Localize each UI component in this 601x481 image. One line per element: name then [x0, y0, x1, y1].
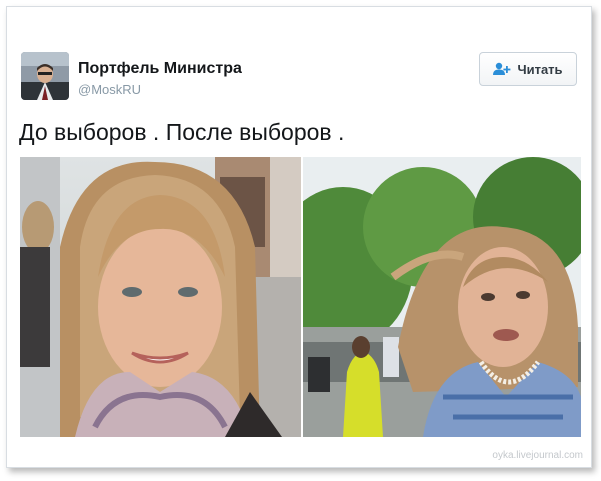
tweet-media: [20, 157, 581, 437]
author-avatar[interactable]: [21, 52, 69, 100]
tweet-text: До выборов . После выборов .: [19, 119, 345, 145]
tweet-card: Портфель Министра @MoskRU Читать До выбо…: [6, 6, 592, 468]
watermark: oyka.livejournal.com: [492, 450, 583, 461]
author-handle[interactable]: @MoskRU: [78, 82, 141, 97]
right-photo[interactable]: [303, 157, 581, 437]
follow-button-label: Читать: [517, 61, 563, 77]
left-photo[interactable]: [20, 157, 301, 437]
follow-button[interactable]: Читать: [479, 52, 577, 86]
avatar-image: [21, 52, 69, 100]
author-name[interactable]: Портфель Министра: [78, 60, 242, 78]
left-photo-image: [20, 157, 301, 437]
right-photo-image: [303, 157, 581, 437]
add-user-icon: [493, 62, 511, 76]
